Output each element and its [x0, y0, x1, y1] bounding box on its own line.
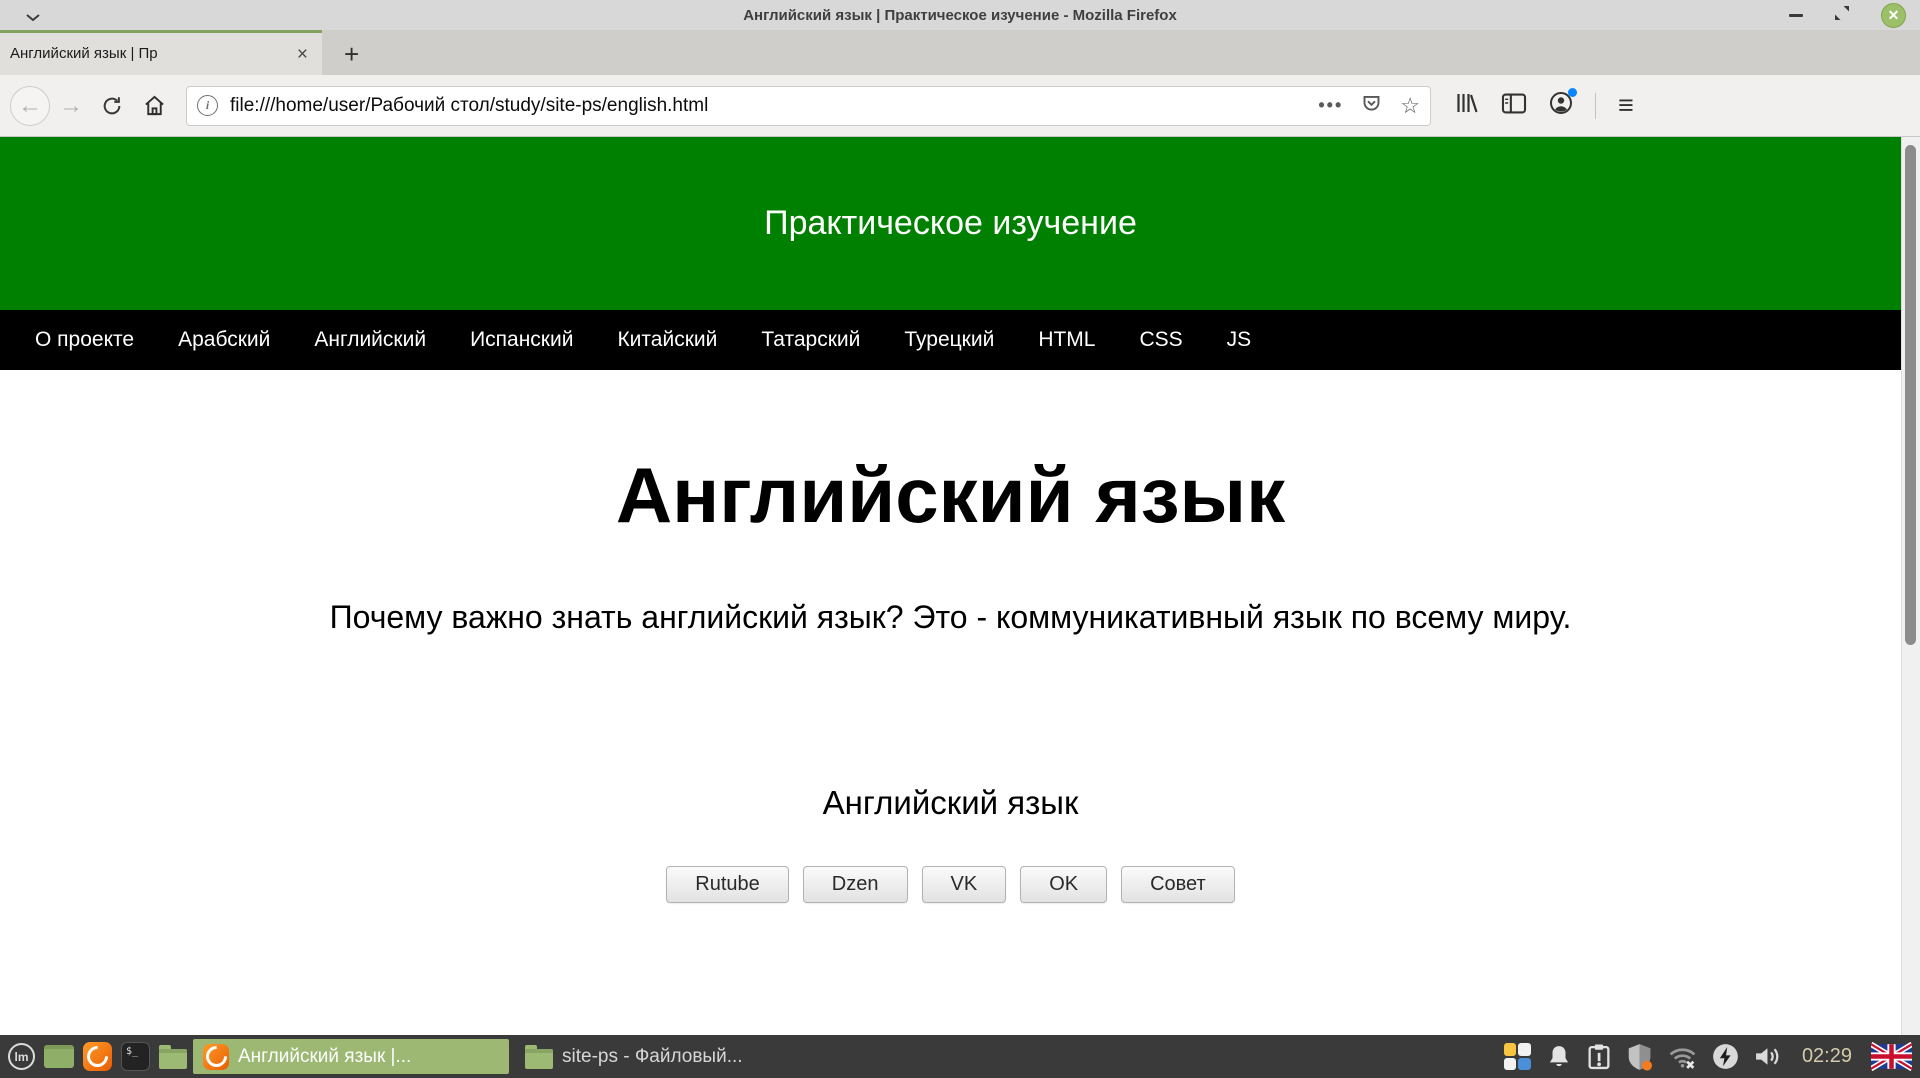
- window-titlebar: Английский язык | Практическое изучение …: [0, 0, 1920, 30]
- workspace-grid-icon[interactable]: [1504, 1043, 1531, 1070]
- show-desktop-icon[interactable]: [44, 1045, 74, 1068]
- new-tab-button[interactable]: +: [344, 41, 359, 67]
- url-bar[interactable]: i file:///home/user/Рабочий стол/study/s…: [186, 86, 1431, 126]
- advice-button[interactable]: Совет: [1121, 866, 1235, 903]
- grid-cell: [1504, 1058, 1517, 1071]
- maximize-button[interactable]: [1835, 6, 1849, 25]
- ok-button[interactable]: OK: [1020, 866, 1107, 903]
- page-info-icon[interactable]: i: [197, 95, 218, 116]
- keyboard-layout-flag-icon[interactable]: [1871, 1042, 1912, 1071]
- account-icon[interactable]: [1549, 91, 1573, 120]
- task-firefox-window[interactable]: Английский язык |...: [193, 1039, 509, 1074]
- nav-link-arabic[interactable]: Арабский: [178, 328, 270, 352]
- vk-button[interactable]: VK: [922, 866, 1007, 903]
- firewall-shield-icon[interactable]: [1626, 1043, 1653, 1071]
- notifications-bell-icon[interactable]: [1546, 1044, 1572, 1070]
- tab-close-icon[interactable]: ×: [293, 45, 312, 64]
- files-launcher-icon[interactable]: [159, 1049, 187, 1069]
- toolbar-separator: [1595, 93, 1596, 119]
- tab-english-page[interactable]: Английский язык | Пр ×: [0, 30, 322, 75]
- scrollbar-thumb[interactable]: [1905, 145, 1916, 645]
- reload-button[interactable]: [94, 95, 130, 117]
- nav-link-about[interactable]: О проекте: [35, 328, 134, 352]
- home-button[interactable]: [136, 94, 172, 117]
- desktop-screen: Английский язык | Практическое изучение …: [0, 0, 1920, 1078]
- back-button[interactable]: ←: [10, 86, 50, 126]
- window-controls: ✕: [1789, 0, 1906, 30]
- nav-link-css[interactable]: CSS: [1139, 328, 1182, 352]
- nav-link-turkish[interactable]: Турецкий: [904, 328, 994, 352]
- minimize-button[interactable]: [1789, 14, 1803, 17]
- nav-link-english[interactable]: Английский: [314, 328, 426, 352]
- power-icon[interactable]: [1712, 1043, 1739, 1070]
- mint-menu-icon[interactable]: lm: [8, 1043, 35, 1070]
- page-actions-icon[interactable]: •••: [1318, 95, 1343, 116]
- site-header-banner: Практическое изучение: [0, 137, 1901, 310]
- clock[interactable]: 02:29: [1802, 1045, 1852, 1068]
- update-manager-icon[interactable]: [1587, 1043, 1611, 1070]
- rutube-button[interactable]: Rutube: [666, 866, 789, 903]
- nav-link-js[interactable]: JS: [1227, 328, 1252, 352]
- toolbar-right: ≡: [1455, 90, 1652, 121]
- nav-link-tatar[interactable]: Татарский: [761, 328, 860, 352]
- firefox-glyph: [83, 1042, 113, 1072]
- intro-paragraph: Почему важно знать английский язык? Это …: [40, 599, 1861, 636]
- firefox-icon: [203, 1044, 229, 1070]
- section-subheading: Английский язык: [0, 784, 1901, 822]
- page-content: Практическое изучение О проекте Арабский…: [0, 137, 1901, 1035]
- firefox-launcher-icon[interactable]: [83, 1042, 112, 1071]
- terminal-launcher-icon[interactable]: $_: [121, 1042, 150, 1071]
- urlbar-actions: ••• ☆: [1318, 93, 1420, 119]
- taskbar-launchers: lm $_: [8, 1042, 187, 1071]
- forward-button[interactable]: →: [54, 92, 88, 120]
- browser-tabbar: Английский язык | Пр × +: [0, 30, 1920, 75]
- wifi-disconnected-icon[interactable]: [1668, 1044, 1697, 1070]
- site-title: Практическое изучение: [764, 204, 1137, 243]
- page-title: Английский язык: [0, 450, 1901, 541]
- task-file-manager-window[interactable]: site-ps - Файловый...: [515, 1039, 831, 1074]
- dzen-button[interactable]: Dzen: [803, 866, 908, 903]
- browser-toolbar: ← → i file:///home/user/Рабочий стол/stu…: [0, 75, 1920, 137]
- window-title: Английский язык | Практическое изучение …: [0, 7, 1920, 24]
- pocket-icon[interactable]: [1361, 93, 1382, 119]
- vertical-scrollbar[interactable]: [1901, 137, 1920, 1035]
- task-label: site-ps - Файловый...: [562, 1046, 743, 1068]
- tab-title: Английский язык | Пр: [10, 44, 293, 64]
- grid-cell: [1518, 1043, 1531, 1056]
- sidebar-icon[interactable]: [1501, 93, 1527, 119]
- nav-link-spanish[interactable]: Испанский: [470, 328, 573, 352]
- taskbar: lm $_ Английский язык |... site-ps - Фай…: [0, 1035, 1920, 1078]
- task-label: Английский язык |...: [238, 1046, 411, 1068]
- grid-cell: [1518, 1058, 1531, 1071]
- account-notification-dot: [1568, 88, 1577, 97]
- close-button[interactable]: ✕: [1881, 3, 1906, 28]
- firefox-glyph: [201, 1042, 231, 1072]
- link-buttons-row: Rutube Dzen VK OK Совет: [0, 866, 1901, 903]
- system-tray: 02:29: [1504, 1042, 1912, 1071]
- bookmark-star-icon[interactable]: ☆: [1400, 93, 1420, 119]
- url-text[interactable]: file:///home/user/Рабочий стол/study/sit…: [230, 95, 1308, 117]
- site-nav: О проекте Арабский Английский Испанский …: [0, 310, 1901, 370]
- nav-link-html[interactable]: HTML: [1038, 328, 1095, 352]
- folder-icon: [525, 1049, 553, 1069]
- window-menu-chevron-icon[interactable]: [26, 9, 40, 27]
- nav-link-chinese[interactable]: Китайский: [617, 328, 717, 352]
- menu-hamburger-icon[interactable]: ≡: [1618, 90, 1634, 121]
- grid-cell: [1504, 1043, 1517, 1056]
- volume-icon[interactable]: [1754, 1044, 1783, 1069]
- library-icon[interactable]: [1455, 91, 1479, 120]
